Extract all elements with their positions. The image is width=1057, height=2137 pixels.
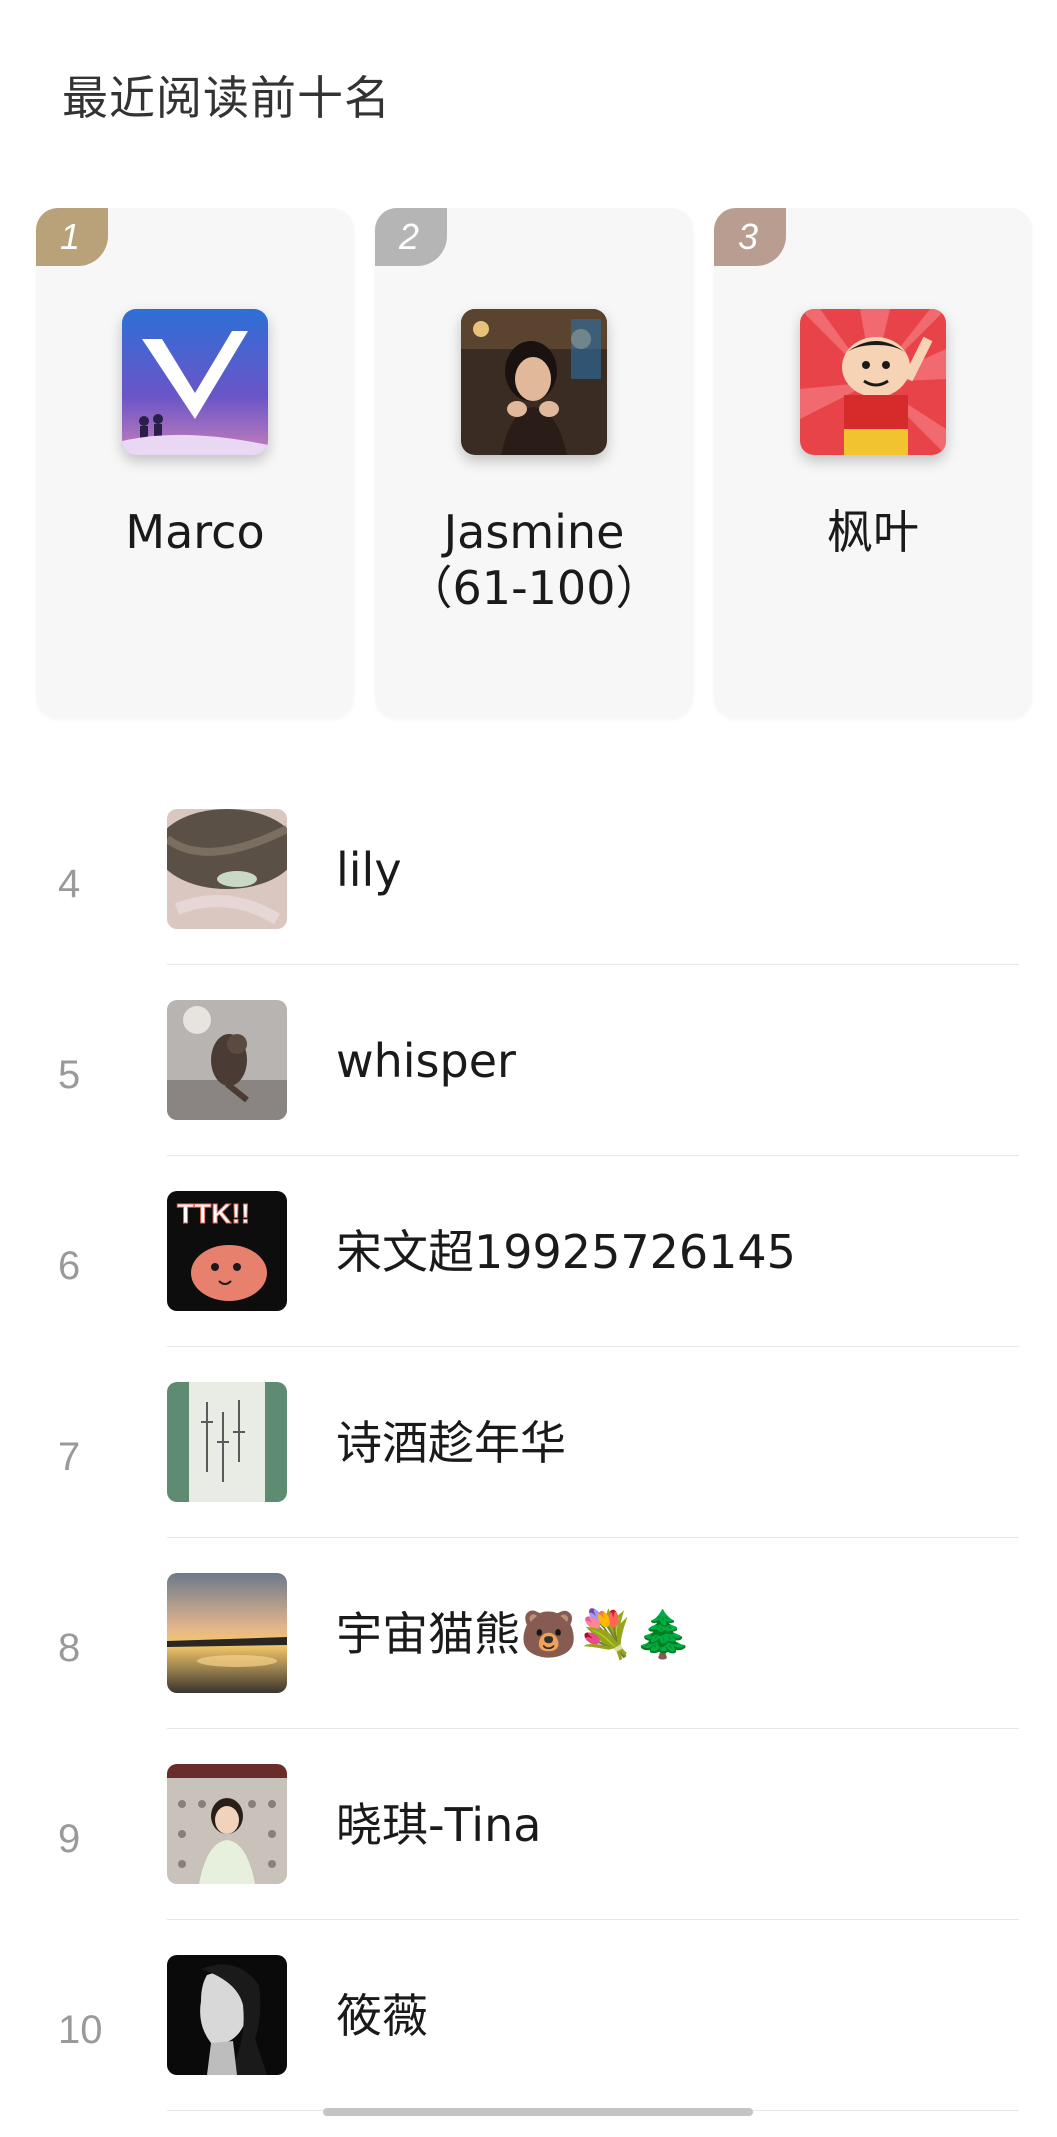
avatar[interactable] <box>167 1764 287 1884</box>
avatar[interactable]: TTK!! <box>167 1191 287 1311</box>
rank-badge-1: 1 <box>36 208 108 266</box>
podium-card-1[interactable]: 1 Marco <box>36 208 354 718</box>
svg-text:TTK!!: TTK!! <box>177 1198 250 1229</box>
rank-number: 7 <box>58 1435 81 1479</box>
avatar[interactable] <box>167 1573 287 1693</box>
home-indicator[interactable] <box>323 2108 753 2116</box>
reader-name: whisper <box>336 1034 516 1088</box>
rank-badge-3: 3 <box>714 208 786 266</box>
list-item[interactable]: 9 晓琪-Tina <box>0 1755 1057 1946</box>
reader-name: 宇宙猫熊🐻💐🌲 <box>336 1607 692 1661</box>
avatar[interactable] <box>167 1955 287 2075</box>
divider <box>167 1537 1019 1538</box>
list-item[interactable]: 6 TTK!! 宋文超19925726145 <box>0 1182 1057 1373</box>
avatar[interactable] <box>800 309 946 455</box>
rank-number: 5 <box>58 1053 81 1097</box>
list-item[interactable]: 8 宇宙猫熊🐻💐🌲 <box>0 1564 1057 1755</box>
ranking-list: 4 lily 5 whisper 6 TTK!! 宋文超19925726145 … <box>0 800 1057 2137</box>
divider <box>167 1346 1019 1347</box>
reader-name: lily <box>336 843 402 897</box>
rank-number: 6 <box>58 1244 81 1288</box>
podium-name: 枫叶 <box>827 505 919 559</box>
podium-card-2[interactable]: 2 Jasmine （61-100） <box>375 208 693 718</box>
list-item[interactable]: 4 lily <box>0 800 1057 991</box>
avatar[interactable] <box>167 1382 287 1502</box>
avatar[interactable] <box>122 309 268 455</box>
rank-number: 10 <box>58 2008 103 2052</box>
rank-badge-2: 2 <box>375 208 447 266</box>
podium-name: Jasmine （61-100） <box>406 505 662 615</box>
avatar[interactable] <box>461 309 607 455</box>
list-item[interactable]: 7 诗酒趁年华 <box>0 1373 1057 1564</box>
avatar[interactable] <box>167 809 287 929</box>
reader-name: 诗酒趁年华 <box>336 1416 566 1470</box>
podium-name: Marco <box>125 505 265 559</box>
rank-number: 4 <box>58 862 81 906</box>
rank-number: 8 <box>58 1626 81 1670</box>
divider <box>167 1919 1019 1920</box>
rank-number: 9 <box>58 1817 81 1861</box>
podium-card-3[interactable]: 3 枫叶 <box>714 208 1032 718</box>
avatar[interactable] <box>167 1000 287 1120</box>
list-item[interactable]: 5 whisper <box>0 991 1057 1182</box>
divider <box>167 1728 1019 1729</box>
reader-name: 宋文超19925726145 <box>336 1225 796 1279</box>
reader-name: 筱薇 <box>336 1989 428 2043</box>
reader-name: 晓琪-Tina <box>336 1798 542 1852</box>
page-title: 最近阅读前十名 <box>62 71 391 125</box>
divider <box>167 964 1019 965</box>
top-three-podium: 1 Marco 2 Jasmine （61-100） 3 枫叶 <box>36 208 1036 718</box>
divider <box>167 1155 1019 1156</box>
